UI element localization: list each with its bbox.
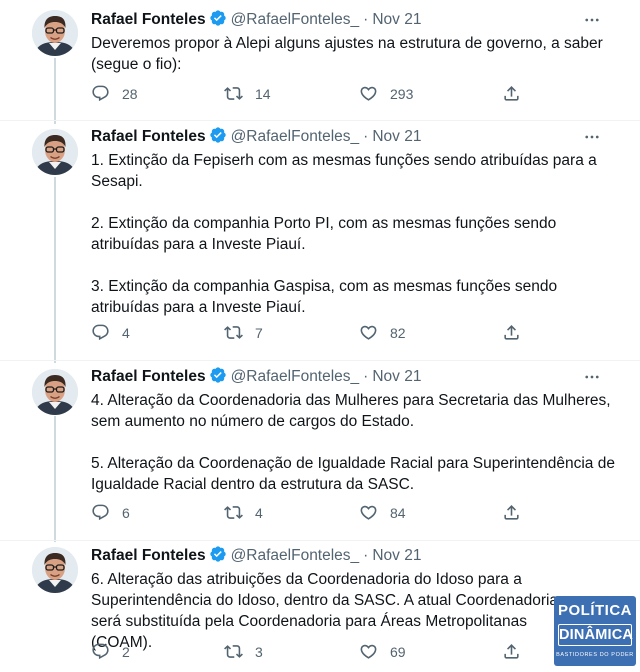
author-handle[interactable]: @RafaelFonteles_ bbox=[231, 368, 360, 386]
author-name[interactable]: Rafael Fonteles bbox=[91, 368, 206, 386]
tweet-header: Rafael Fonteles @RafaelFonteles_ · Nov 2… bbox=[91, 545, 421, 568]
avatar[interactable] bbox=[32, 369, 78, 415]
tweet-header: Rafael Fonteles @RafaelFonteles_ · Nov 2… bbox=[91, 366, 421, 389]
tweet-paragraph: 5. Alteração da Coordenação de Igualdade… bbox=[91, 455, 615, 493]
tweet-paragraph: Deveremos propor à Alepi alguns ajustes … bbox=[91, 35, 603, 73]
share-icon bbox=[504, 325, 519, 340]
avatar[interactable] bbox=[32, 129, 78, 175]
share-button[interactable] bbox=[502, 84, 533, 103]
like-icon bbox=[360, 325, 377, 340]
tweet-paragraph: 3. Extinção da companhia Gaspisa, com as… bbox=[91, 278, 558, 316]
retweet-icon bbox=[224, 87, 243, 100]
author-name[interactable]: Rafael Fonteles bbox=[91, 128, 206, 146]
tweet-date[interactable]: Nov 21 bbox=[372, 128, 421, 146]
avatar[interactable] bbox=[32, 547, 78, 593]
tweet-date[interactable]: Nov 21 bbox=[372, 547, 421, 565]
retweet-icon bbox=[224, 326, 243, 339]
author-handle[interactable]: @RafaelFonteles_ bbox=[231, 128, 360, 146]
verified-badge-icon bbox=[209, 9, 227, 32]
reply-count: 2 bbox=[122, 643, 130, 660]
author-name[interactable]: Rafael Fonteles bbox=[91, 11, 206, 29]
share-button[interactable] bbox=[502, 642, 533, 661]
tweet-text: 1. Extinção da Fepiserh com as mesmas fu… bbox=[91, 150, 616, 318]
more-icon[interactable] bbox=[582, 127, 602, 147]
like-count: 293 bbox=[390, 85, 414, 102]
verified-badge-icon bbox=[209, 545, 227, 568]
tweet-actions: 4 7 82 bbox=[91, 323, 531, 343]
share-button[interactable] bbox=[502, 503, 533, 522]
reply-icon bbox=[92, 643, 109, 660]
like-icon bbox=[360, 86, 377, 101]
share-icon bbox=[504, 644, 519, 659]
retweet-count: 3 bbox=[255, 643, 263, 660]
retweet-count: 14 bbox=[255, 85, 271, 102]
retweet-icon bbox=[224, 645, 243, 658]
tweet-paragraph: 2. Extinção da companhia Porto PI, com a… bbox=[91, 215, 557, 253]
like-count: 69 bbox=[390, 643, 406, 660]
like-count: 82 bbox=[390, 324, 406, 341]
tweet-header: Rafael Fonteles @RafaelFonteles_ · Nov 2… bbox=[91, 9, 421, 32]
reply-button[interactable]: 4 bbox=[91, 323, 130, 342]
retweet-count: 7 bbox=[255, 324, 263, 341]
share-button[interactable] bbox=[502, 323, 533, 342]
author-handle[interactable]: @RafaelFonteles_ bbox=[231, 547, 360, 565]
like-count: 84 bbox=[390, 504, 406, 521]
separator-dot: · bbox=[363, 547, 369, 564]
like-icon bbox=[360, 505, 377, 520]
like-button[interactable]: 82 bbox=[359, 323, 406, 342]
tweet[interactable]: Rafael Fonteles @RafaelFonteles_ · Nov 2… bbox=[0, 121, 640, 361]
retweet-button[interactable]: 3 bbox=[224, 642, 263, 661]
retweet-button[interactable]: 14 bbox=[224, 84, 271, 103]
verified-badge-icon bbox=[209, 366, 227, 389]
separator-dot: · bbox=[363, 368, 369, 385]
avatar[interactable] bbox=[32, 10, 78, 56]
separator-dot: · bbox=[363, 128, 369, 145]
tweet[interactable]: Rafael Fonteles @RafaelFonteles_ · Nov 2… bbox=[0, 541, 640, 672]
reply-count: 28 bbox=[122, 85, 138, 102]
retweet-count: 4 bbox=[255, 504, 263, 521]
retweet-button[interactable]: 4 bbox=[224, 503, 263, 522]
watermark-logo: POLÍTICA DINÂMICA BASTIDORES DO PODER bbox=[554, 596, 636, 666]
tweet-date[interactable]: Nov 21 bbox=[372, 368, 421, 386]
tweet[interactable]: Rafael Fonteles @RafaelFonteles_ · Nov 2… bbox=[0, 361, 640, 541]
tweet-actions: 6 4 84 bbox=[91, 503, 531, 523]
like-button[interactable]: 69 bbox=[359, 642, 406, 661]
reply-button[interactable]: 2 bbox=[91, 642, 130, 661]
more-icon[interactable] bbox=[582, 10, 602, 30]
tweet-paragraph: 4. Alteração da Coordenadoria das Mulher… bbox=[91, 392, 611, 430]
tweet-text: Deveremos propor à Alepi alguns ajustes … bbox=[91, 33, 616, 75]
watermark-line3: BASTIDORES DO PODER bbox=[556, 652, 634, 658]
reply-count: 4 bbox=[122, 324, 130, 341]
more-icon[interactable] bbox=[582, 367, 602, 387]
reply-icon bbox=[92, 324, 109, 341]
tweet-actions: 2 3 69 bbox=[91, 642, 531, 662]
retweet-icon bbox=[224, 506, 243, 519]
like-button[interactable]: 293 bbox=[359, 84, 413, 103]
reply-icon bbox=[92, 504, 109, 521]
reply-button[interactable]: 6 bbox=[91, 503, 130, 522]
tweet-paragraph: 1. Extinção da Fepiserh com as mesmas fu… bbox=[91, 152, 597, 190]
like-icon bbox=[360, 644, 377, 659]
watermark-line2: DINÂMICA bbox=[558, 624, 633, 646]
author-handle[interactable]: @RafaelFonteles_ bbox=[231, 11, 360, 29]
retweet-button[interactable]: 7 bbox=[224, 323, 263, 342]
tweet-date[interactable]: Nov 21 bbox=[372, 11, 421, 29]
reply-count: 6 bbox=[122, 504, 130, 521]
author-name[interactable]: Rafael Fonteles bbox=[91, 547, 206, 565]
tweet[interactable]: Rafael Fonteles @RafaelFonteles_ · Nov 2… bbox=[0, 0, 640, 121]
tweet-paragraph: 6. Alteração das atribuições da Coordena… bbox=[91, 571, 559, 651]
reply-icon bbox=[92, 85, 109, 102]
tweet-header: Rafael Fonteles @RafaelFonteles_ · Nov 2… bbox=[91, 126, 421, 149]
tweet-actions: 28 14 293 bbox=[91, 84, 531, 104]
verified-badge-icon bbox=[209, 126, 227, 149]
reply-button[interactable]: 28 bbox=[91, 84, 138, 103]
tweet-text: 6. Alteração das atribuições da Coordena… bbox=[91, 569, 561, 653]
separator-dot: · bbox=[363, 11, 369, 28]
share-icon bbox=[504, 86, 519, 101]
share-icon bbox=[504, 505, 519, 520]
watermark-line1: POLÍTICA bbox=[558, 602, 632, 619]
like-button[interactable]: 84 bbox=[359, 503, 406, 522]
tweet-text: 4. Alteração da Coordenadoria das Mulher… bbox=[91, 390, 616, 495]
